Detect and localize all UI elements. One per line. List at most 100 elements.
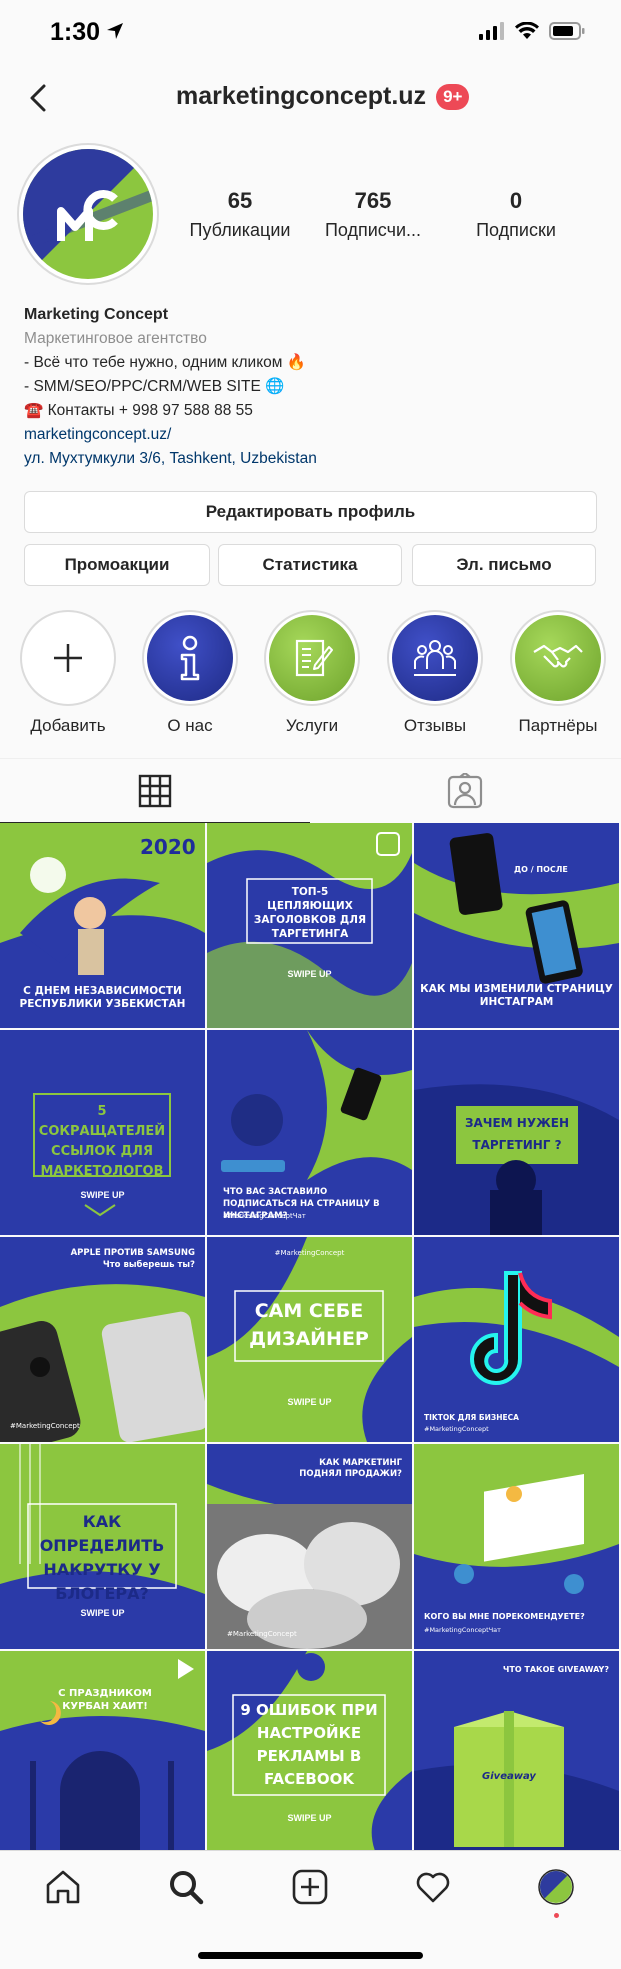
highlight-ring xyxy=(387,610,483,706)
people-icon xyxy=(414,640,456,676)
post-thumbnail[interactable]: КАК МЫ ИЗМЕНИЛИ СТРАНИЦУ ИНСТАГРАМ ДО / … xyxy=(414,823,619,1028)
post-caption: КОГО ВЫ МНЕ ПОРЕКОМЕНДУЕТЕ? xyxy=(424,1612,585,1621)
post-thumbnail[interactable]: APPLE ПРОТИВ SAMSUNG Что выберешь ты? #M… xyxy=(0,1237,205,1442)
highlight-label: Отзывы xyxy=(403,716,467,735)
nav-profile[interactable] xyxy=(536,1867,576,1907)
post-thumbnail[interactable]: ЧТО ВАС ЗАСТАВИЛО ПОДПИСАТЬСЯ НА СТРАНИЦ… xyxy=(207,1030,412,1235)
website-link[interactable]: marketingconcept.uz/ xyxy=(24,423,604,447)
profile-stats: 65 Публикации 765 Подписчи... 0 Подписки xyxy=(180,188,610,241)
add-post-icon xyxy=(292,1869,328,1905)
highlight-about[interactable]: О нас xyxy=(135,610,245,736)
brand-logo xyxy=(23,149,153,279)
post-hashtag: #MarketingConceptЧат xyxy=(223,1212,306,1220)
stat-followers-value: 765 xyxy=(354,188,392,213)
bio-line: - SMM/SEO/PPC/CRM/WEB SITE 🌐 xyxy=(24,378,285,395)
highlight-ring xyxy=(510,610,606,706)
profile-avatar[interactable] xyxy=(17,143,159,285)
highlight-ring xyxy=(264,610,360,706)
highlight-add[interactable]: Добавить xyxy=(13,610,123,736)
plus-icon xyxy=(54,644,82,672)
post-caption: APPLE ПРОТИВ SAMSUNG Что выберешь ты? xyxy=(70,1248,195,1270)
post-thumbnail[interactable]: ЧТО ТАКОЕ GIVEAWAY? Giveaway xyxy=(414,1651,619,1850)
email-button[interactable]: Эл. письмо xyxy=(412,544,596,586)
post-caption: 9 ОШИБОК ПРИ НАСТРОЙКЕ РЕКЛАМЫ В FACEBOO… xyxy=(240,1701,378,1788)
home-indicator xyxy=(198,1952,423,1959)
bio-line: ☎️ Контакты + 998 97 588 88 55 xyxy=(24,402,253,419)
home-icon xyxy=(46,1870,80,1904)
post-hashtag: #MarketingConcept xyxy=(274,1249,345,1257)
post-thumbnail[interactable]: ЗАЧЕМ НУЖЕН ТАРГЕТИНГ ? xyxy=(414,1030,619,1235)
stat-following[interactable]: 0 Подписки xyxy=(446,188,586,241)
highlight-ring xyxy=(20,610,116,706)
status-indicators xyxy=(479,21,585,45)
post-label: ДО / ПОСЛЕ xyxy=(514,865,568,874)
stat-following-value: 0 xyxy=(509,188,523,213)
profile-category: Маркетинговое агентство xyxy=(24,330,207,347)
post-caption: ТОП-5 ЦЕПЛЯЮЩИХ ЗАГОЛОВКОВ ДЛЯ ТАРГЕТИНГ… xyxy=(253,886,367,940)
post-thumbnail[interactable]: КАК ОПРЕДЕЛИТЬ НАКРУТКУ У БЛОГЕРА? SWIPE… xyxy=(0,1444,205,1649)
promotions-button[interactable]: Промоакции xyxy=(24,544,210,586)
grid-icon xyxy=(138,774,172,807)
nav-home[interactable] xyxy=(43,1867,83,1907)
highlight-label: Добавить xyxy=(30,716,106,735)
post-caption: КАК МЫ ИЗМЕНИЛИ СТРАНИЦУ ИНСТАГРАМ xyxy=(420,983,613,1008)
status-time: 1:30 xyxy=(50,18,101,46)
account-switcher[interactable]: marketingconcept.uz 9+ xyxy=(176,82,470,111)
notification-badge: 9+ xyxy=(436,83,470,110)
nav-activity[interactable] xyxy=(413,1867,453,1907)
tab-tagged[interactable] xyxy=(310,759,620,823)
post-caption: С ДНЕМ НЕЗАВИСИМОСТИ РЕСПУБЛИКИ УЗБЕКИСТ… xyxy=(19,985,186,1010)
clipboard-icon xyxy=(295,639,333,677)
tab-grid[interactable] xyxy=(0,759,310,823)
nav-search[interactable] xyxy=(166,1867,206,1907)
highlight-label: Услуги xyxy=(285,716,339,735)
stat-posts[interactable]: 65 Публикации xyxy=(180,188,300,241)
username-title: marketingconcept.uz xyxy=(176,82,427,110)
profile-tabs xyxy=(0,758,621,823)
swipe-up-label: SWIPE UP xyxy=(287,969,332,979)
post-thumbnail[interactable]: САМ СЕБЕ ДИЗАЙНЕР #MarketingConcept SWIP… xyxy=(207,1237,412,1442)
highlight-cover xyxy=(515,615,601,701)
edit-profile-button[interactable]: Редактировать профиль xyxy=(24,491,597,533)
post-image xyxy=(414,1237,619,1442)
post-thumbnail[interactable]: ТОП-5 ЦЕПЛЯЮЩИХ ЗАГОЛОВКОВ ДЛЯ ТАРГЕТИНГ… xyxy=(207,823,412,1028)
stat-followers[interactable]: 765 Подписчи... xyxy=(300,188,446,241)
post-thumbnail[interactable]: 2020 С ДНЕМ НЕЗАВИСИМОСТИ РЕСПУБЛИКИ УЗБ… xyxy=(0,823,205,1028)
status-bar: 1:30 xyxy=(0,0,621,66)
post-caption: КАК МАРКЕТИНГ ПОДНЯЛ ПРОДАЖИ? xyxy=(299,1458,402,1479)
post-image xyxy=(414,1651,619,1850)
post-thumbnail[interactable]: С ПРАЗДНИКОМ КУРБАН ХАИТ! xyxy=(0,1651,205,1850)
post-thumbnail[interactable]: 5 СОКРАЩАТЕЛЕЙ ССЫЛОК ДЛЯ МАРКЕТОЛОГОВ S… xyxy=(0,1030,205,1235)
post-thumbnail[interactable]: TIKTOK ДЛЯ БИЗНЕСА #MarketingConcept xyxy=(414,1237,619,1442)
profile-header: marketingconcept.uz 9+ xyxy=(0,66,621,130)
post-year: 2020 xyxy=(140,835,196,859)
nav-create[interactable] xyxy=(290,1867,330,1907)
heart-icon xyxy=(416,1872,450,1903)
profile-name: Marketing Concept xyxy=(24,306,169,323)
post-thumbnail[interactable]: КОГО ВЫ МНЕ ПОРЕКОМЕНДУЕТЕ? #MarketingCo… xyxy=(414,1444,619,1649)
chevron-left-icon xyxy=(30,84,46,112)
swipe-up-label: SWIPE UP xyxy=(287,1397,332,1407)
highlight-ring xyxy=(142,610,238,706)
post-thumbnail[interactable]: 9 ОШИБОК ПРИ НАСТРОЙКЕ РЕКЛАМЫ В FACEBOO… xyxy=(207,1651,412,1850)
swipe-up-label: SWIPE UP xyxy=(80,1608,125,1618)
insights-button[interactable]: Статистика xyxy=(218,544,402,586)
search-icon xyxy=(170,1871,204,1905)
location-arrow-icon xyxy=(106,22,124,45)
post-caption: САМ СЕБЕ ДИЗАЙНЕР xyxy=(249,1300,369,1350)
highlight-services[interactable]: Услуги xyxy=(257,610,367,736)
tagged-person-icon xyxy=(447,773,483,809)
stat-following-label: Подписки xyxy=(476,220,556,240)
highlight-label: Партнёры xyxy=(518,716,598,735)
address-link[interactable]: ул. Мухтумкули 3/6, Tashkent, Uzbekistan xyxy=(24,447,604,471)
post-caption: С ПРАЗДНИКОМ КУРБАН ХАИТ! xyxy=(58,1688,152,1712)
back-button[interactable] xyxy=(22,78,58,118)
post-thumbnail[interactable]: КАК МАРКЕТИНГ ПОДНЯЛ ПРОДАЖИ? #Marketing… xyxy=(207,1444,412,1649)
post-label: Giveaway xyxy=(482,1771,536,1782)
highlight-partners[interactable]: Партнёры xyxy=(503,610,613,736)
post-hashtag: #MarketingConcept xyxy=(227,1630,297,1638)
highlight-reviews[interactable]: Отзывы xyxy=(380,610,490,736)
profile-bio: Marketing Concept Маркетинговое агентств… xyxy=(24,303,604,471)
post-caption: КАК ОПРЕДЕЛИТЬ НАКРУТКУ У БЛОГЕРА? xyxy=(39,1512,165,1603)
bottom-navigation xyxy=(0,1850,621,1969)
